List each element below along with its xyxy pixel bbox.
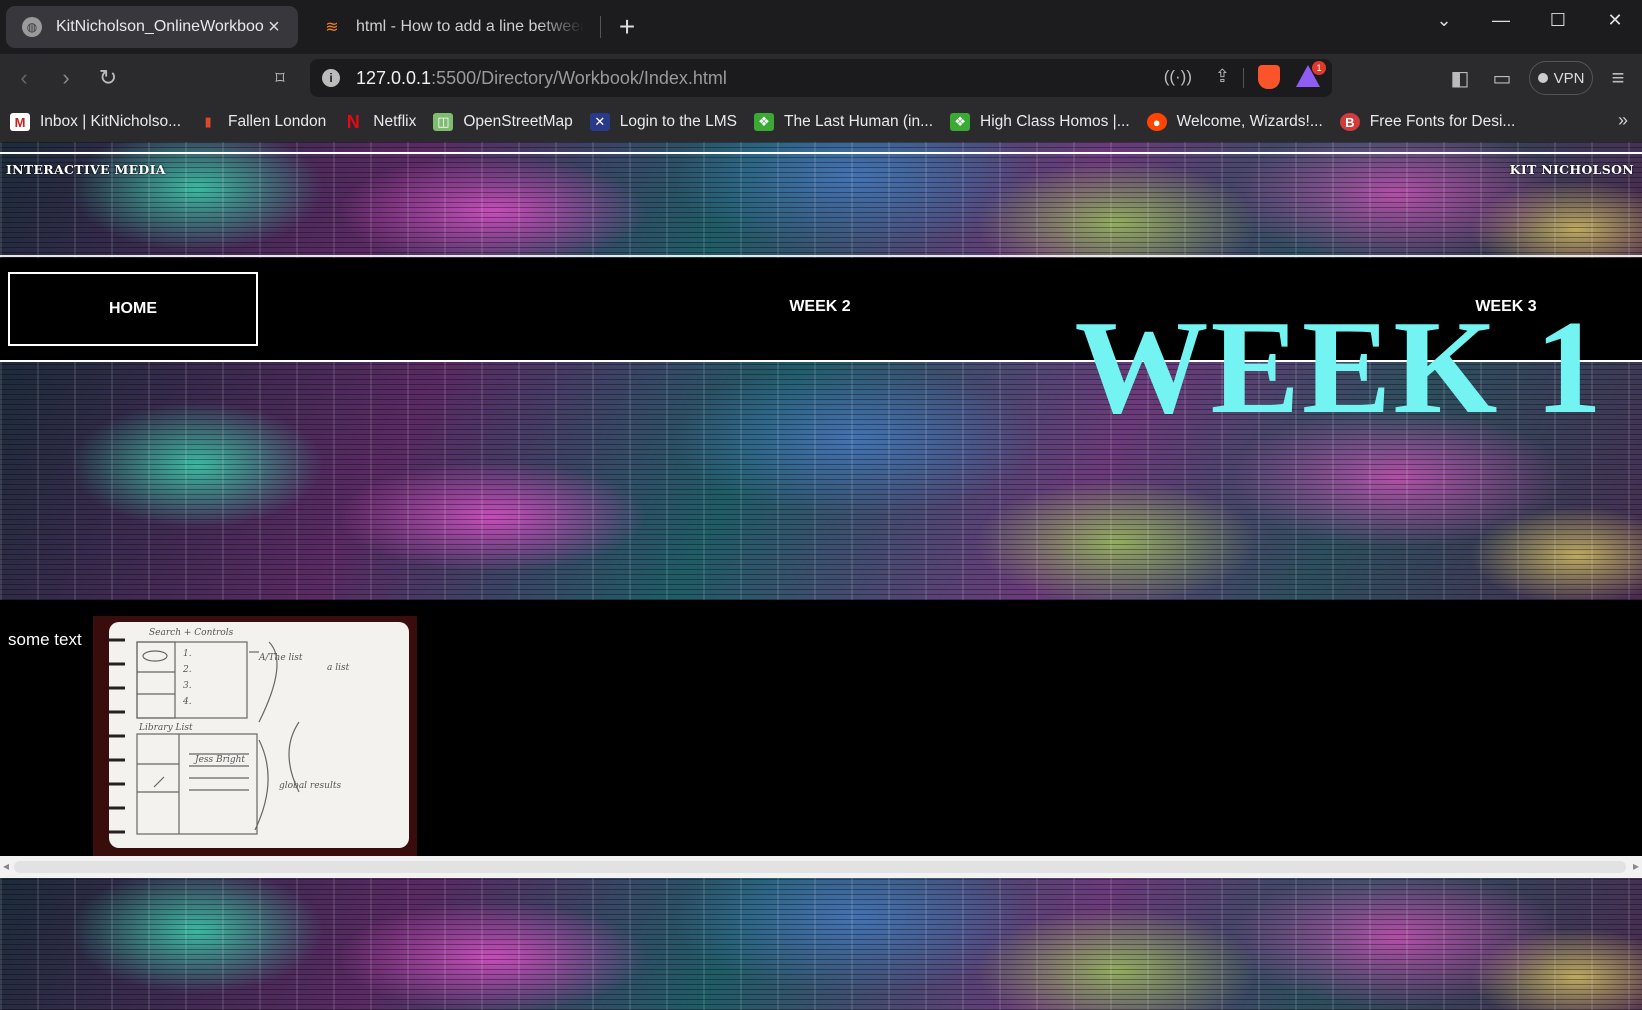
ao3-icon: ❖: [753, 113, 774, 131]
b-icon: B: [1339, 113, 1360, 131]
lms-icon: ✕: [589, 113, 610, 131]
reddit-icon: ●: [1146, 113, 1167, 131]
tab-search-chevron-icon[interactable]: ⌄: [1424, 8, 1464, 32]
bookmark-icon[interactable]: ⌑: [264, 63, 296, 93]
sketch-note: 3.: [183, 681, 192, 691]
url-host: 127.0.0.1: [356, 67, 432, 88]
wallet-icon[interactable]: ▭: [1486, 63, 1518, 93]
brave-shield-icon[interactable]: [1258, 65, 1280, 89]
tab-stackoverflow[interactable]: ≋ html - How to add a line between fle: [306, 6, 598, 48]
bookmark-label: The Last Human (in...: [783, 113, 934, 130]
bookmark-inbox[interactable]: M Inbox | KitNicholso...: [10, 113, 181, 131]
scroll-left-icon[interactable]: ◂: [3, 859, 9, 873]
tab-workbook[interactable]: ◍ KitNicholson_OnlineWorkbook ×: [6, 6, 298, 48]
bookmark-label: High Class Homos |...: [980, 113, 1130, 130]
minimize-button[interactable]: —: [1481, 8, 1521, 32]
nav-week2-link[interactable]: WEEK 2: [770, 298, 870, 316]
site-info-icon[interactable]: i: [322, 69, 340, 87]
bookmark-free-fonts[interactable]: B Free Fonts for Desi...: [1339, 113, 1516, 131]
maximize-button[interactable]: ☐: [1538, 8, 1578, 32]
browser-toolbar: ‹ › ↻ ⌑ i 127.0.0.1:5500/Directory/Workb…: [0, 54, 1642, 102]
sketch-note: a list: [327, 663, 350, 673]
sketch-note: Library List: [138, 723, 193, 733]
body-text: some text: [8, 630, 82, 649]
netflix-icon: N: [346, 111, 360, 132]
sketch-note: 1.: [183, 649, 192, 659]
media-cast-icon[interactable]: ((·)): [1164, 67, 1192, 87]
map-icon: ◫: [433, 113, 454, 131]
sidebar-icon[interactable]: ◧: [1444, 63, 1476, 93]
reload-button[interactable]: ↻: [92, 63, 124, 93]
stackoverflow-icon: ≋: [325, 19, 339, 36]
horizontal-scrollbar[interactable]: ◂ ▸: [0, 856, 1642, 878]
share-icon[interactable]: ⇪: [1215, 66, 1230, 87]
address-bar[interactable]: i 127.0.0.1:5500/Directory/Workbook/Inde…: [310, 59, 1332, 97]
candle-icon: ▮: [204, 114, 212, 129]
bookmark-label: Inbox | KitNicholso...: [40, 113, 182, 130]
page-content: some text Search + Controls 1. 2. 3. 4. …: [0, 600, 1642, 856]
scroll-right-icon[interactable]: ▸: [1633, 859, 1639, 873]
url-path: :5500/Directory/Workbook/Index.html: [431, 67, 727, 88]
bookmark-openstreetmap[interactable]: ◫ OpenStreetMap: [433, 113, 573, 131]
tab-title: KitNicholson_OnlineWorkbook: [56, 18, 264, 35]
bookmark-label: Welcome, Wizards!...: [1176, 113, 1323, 130]
more-bookmarks-icon[interactable]: »: [1618, 110, 1628, 131]
forward-button[interactable]: ›: [50, 63, 82, 93]
footer-banner: [0, 878, 1642, 1010]
tab-divider: [600, 16, 601, 38]
sketch-image: Search + Controls 1. 2. 3. 4. A/The list…: [93, 616, 417, 856]
bookmark-wizards[interactable]: ● Welcome, Wizards!...: [1146, 113, 1323, 131]
close-tab-icon[interactable]: ×: [264, 16, 284, 39]
site-subtitle: INTERACTIVE MEDIA: [6, 162, 166, 177]
new-tab-button[interactable]: +: [612, 10, 642, 44]
header-rule-bottom: [0, 255, 1642, 257]
bookmark-label: OpenStreetMap: [463, 113, 573, 130]
bookmark-label: Free Fonts for Desi...: [1369, 113, 1516, 130]
globe-icon: ◍: [22, 17, 42, 37]
sketch-note: Jess Bright: [193, 755, 245, 765]
sketch-note: global results: [279, 781, 341, 791]
bookmark-high-class[interactable]: ❖ High Class Homos |...: [950, 113, 1130, 131]
header-banner: INTERACTIVE MEDIA KIT NICHOLSON: [0, 142, 1642, 258]
tab-title: html - How to add a line between fle: [356, 18, 584, 35]
menu-icon[interactable]: ≡: [1602, 63, 1634, 93]
vpn-button[interactable]: VPN: [1529, 61, 1593, 95]
bookmark-last-human[interactable]: ❖ The Last Human (in...: [753, 113, 934, 131]
rewards-badge: 1: [1312, 61, 1326, 75]
bookmark-label: Fallen London: [228, 113, 327, 130]
sketch-note: A/The list: [258, 653, 303, 663]
gmail-icon: M: [10, 113, 30, 131]
bookmark-label: Login to the LMS: [619, 113, 737, 130]
bookmark-label: Netflix: [373, 113, 417, 130]
sketch-note: 2.: [182, 665, 192, 675]
ao3-icon: ❖: [950, 113, 971, 131]
header-rule-top: [0, 152, 1642, 154]
sketch-note: 4.: [182, 697, 192, 707]
bookmark-fallen-london[interactable]: ▮ Fallen London: [198, 113, 326, 131]
web-page: INTERACTIVE MEDIA KIT NICHOLSON HOME WEE…: [0, 142, 1642, 1010]
back-button[interactable]: ‹: [8, 63, 40, 93]
tab-bar: ◍ KitNicholson_OnlineWorkbook × ≋ html -…: [0, 0, 1642, 54]
page-title: WEEK 1: [1074, 293, 1604, 441]
author-name: KIT NICHOLSON: [1509, 162, 1634, 177]
notebook-sketch: Search + Controls 1. 2. 3. 4. A/The list…: [109, 622, 409, 848]
close-window-button[interactable]: ✕: [1595, 8, 1635, 32]
bookmarks-bar: M Inbox | KitNicholso... ▮ Fallen London…: [0, 102, 1642, 142]
vpn-label: VPN: [1553, 69, 1585, 87]
scrollbar-thumb[interactable]: [14, 861, 1626, 873]
omnibox-divider: [1243, 68, 1244, 88]
vpn-status-icon: [1537, 73, 1548, 83]
bookmark-lms[interactable]: ✕ Login to the LMS: [589, 113, 737, 131]
sketch-note: Search + Controls: [149, 628, 234, 638]
bookmark-netflix[interactable]: N Netflix: [343, 111, 417, 132]
nav-home-link[interactable]: HOME: [8, 272, 258, 346]
